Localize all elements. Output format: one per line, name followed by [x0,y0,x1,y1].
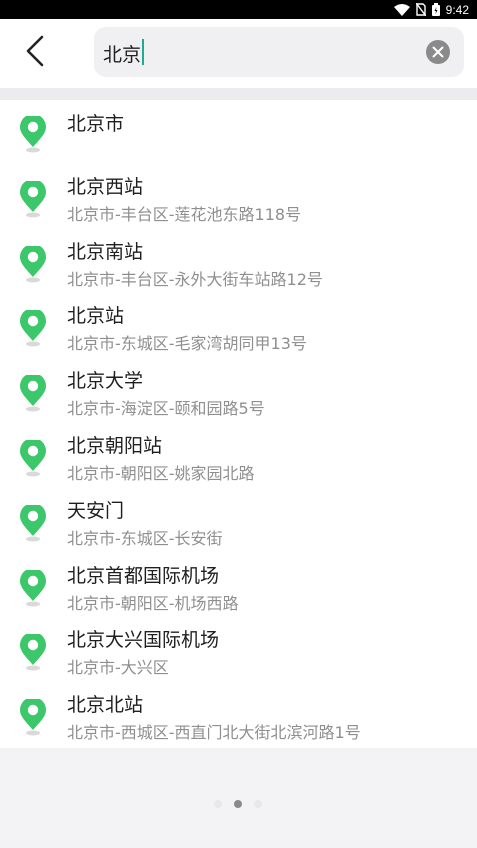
search-query-text[interactable]: 北京 [103,40,141,67]
result-item[interactable]: 北京朝阳站北京市-朝阳区-姚家园北路 [0,424,477,489]
location-pin-icon [19,502,49,543]
result-address: 北京市-朝阳区-机场西路 [67,593,239,613]
location-pin-icon [19,373,49,413]
result-title: 北京南站 [67,240,144,263]
bottom-area [0,748,477,848]
location-pin-icon [19,114,49,154]
result-address: 北京市-丰台区-莲花池东路118号 [67,204,302,224]
back-button[interactable] [18,31,52,71]
text-caret [142,39,144,65]
result-item[interactable]: 北京首都国际机场 北京市-朝阳区-机场西路 [0,554,477,619]
location-pin-icon [19,632,49,672]
result-title: 北京大兴国际机场 [67,629,220,652]
result-item[interactable]: 北京大学北京市-海淀区-颐和园路5号 [0,359,477,424]
result-title: 北京北站 [67,694,144,717]
status-bar: 9:42 [0,0,477,19]
result-item[interactable]: 北京大兴国际机场 北京市-大兴区 [0,618,477,683]
location-pin-icon [19,697,49,737]
result-title: 北京首都国际机场 [67,564,220,587]
result-item[interactable]: 北京南站北京市-丰台区-永外大街车站路12号 [0,230,477,295]
clear-button[interactable] [426,40,450,64]
page-dot [214,800,222,808]
result-title: 北京市 [67,113,125,135]
battery-icon [431,3,440,16]
result-address: 北京市-东城区-长安街 [67,528,223,548]
location-pin-icon [19,243,49,284]
location-pin-icon [19,308,49,348]
result-address: 北京市-朝阳区-姚家园北路 [67,464,255,483]
result-item[interactable]: 北京站北京市-东城区-毛家湾胡同甲13号 [0,294,477,359]
search-header: 北京 [0,19,477,88]
result-title: 北京朝阳站 [67,435,163,457]
search-input[interactable]: 北京 [94,27,464,77]
result-address: 北京市-海淀区-颐和园路5号 [67,399,265,419]
clear-icon [432,46,444,58]
page-dot [254,800,262,808]
status-time: 9:42 [445,2,469,17]
no-sim-icon [415,3,426,16]
result-address: 北京市-东城区-毛家湾胡同甲13号 [67,334,307,354]
result-title: 北京西站 [67,175,144,198]
result-item[interactable]: 北京西站北京市-丰台区-莲花池东路118号 [0,165,477,230]
result-title: 北京大学 [67,370,144,393]
result-address: 北京市-大兴区 [67,658,169,678]
page-dot-active [234,800,242,808]
wifi-icon [393,3,410,16]
divider [0,88,477,100]
result-title: 北京站 [67,305,125,328]
result-address: 北京市-西城区-西直门北大街北滨河路1号 [67,723,361,743]
location-pin-icon [19,178,49,219]
location-pin-icon [19,438,49,478]
result-title: 天安门 [67,499,125,522]
result-item[interactable]: 天安门北京市-东城区-长安街 [0,489,477,554]
result-item[interactable]: 北京市 [0,100,477,165]
result-address: 北京市-丰台区-永外大街车站路12号 [67,269,323,289]
results-list: 北京市北京西站北京市-丰台区-莲花池东路118号 北京南站北京市-丰台区-永外大街… [0,100,477,748]
back-arrow-icon [26,35,44,67]
result-item[interactable]: 北京北站北京市-西城区-西直门北大街北滨河路1号 [0,683,477,748]
location-pin-icon [19,567,49,608]
